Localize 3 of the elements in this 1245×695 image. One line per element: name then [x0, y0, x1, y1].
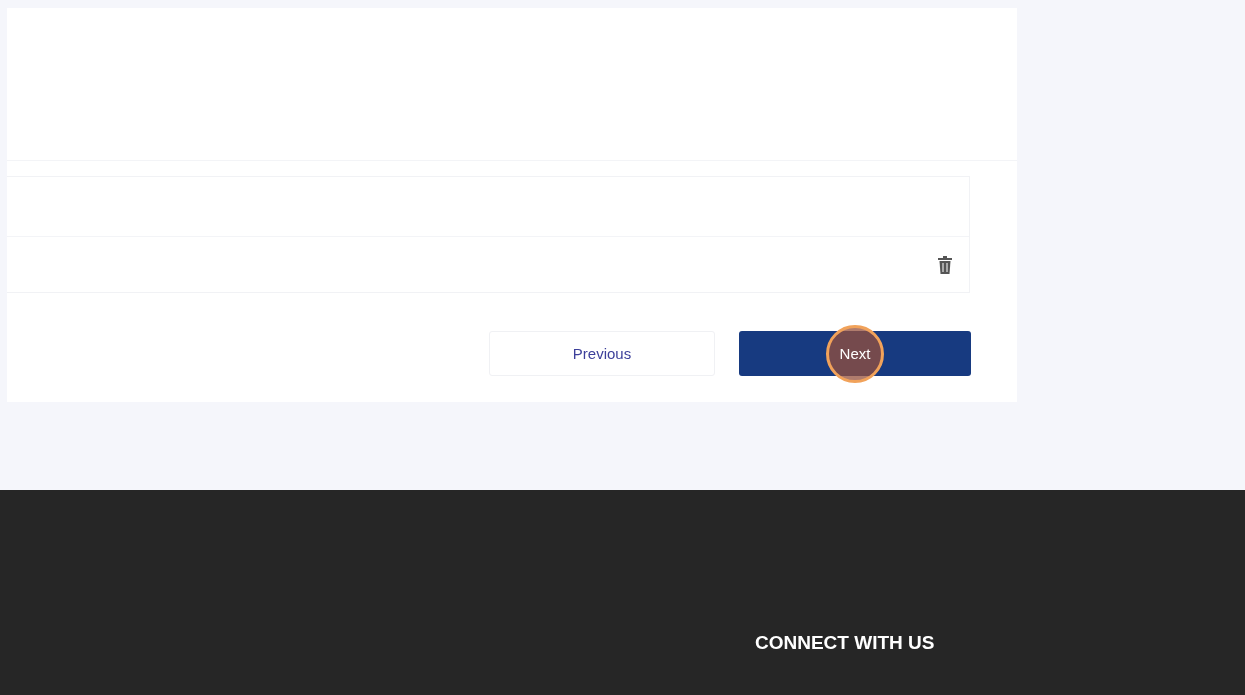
- previous-button[interactable]: Previous: [489, 331, 715, 376]
- trash-icon[interactable]: [938, 255, 952, 274]
- footer-heading: CONNECT WITH US: [755, 632, 935, 654]
